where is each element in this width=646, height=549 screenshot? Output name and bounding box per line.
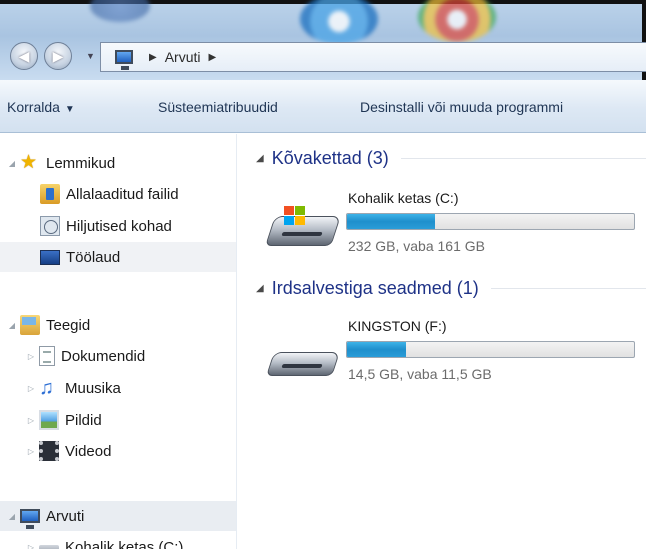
system-properties-label: Süsteemiatribuudid: [158, 99, 278, 115]
breadcrumb-computer[interactable]: Arvuti: [165, 49, 201, 65]
sidebar-item-label: Kohalik ketas (C:): [65, 538, 184, 549]
drive-usage-bar: [346, 213, 635, 230]
back-button[interactable]: ◀: [10, 42, 38, 70]
organize-button[interactable]: Korralda ▼: [7, 99, 75, 115]
group-title: Kõvakettad (3): [271, 148, 389, 168]
documents-icon: [39, 346, 55, 366]
group-divider: [490, 288, 646, 289]
drive-name: Kohalik ketas (C:): [348, 190, 459, 206]
taskbar-glow: [90, 0, 150, 22]
group-divider: [400, 158, 646, 159]
system-properties-button[interactable]: Süsteemiatribuudid: [158, 99, 278, 115]
forward-arrow-icon: ▶: [52, 47, 64, 64]
uninstall-program-button[interactable]: Desinstalli või muuda programmi: [360, 99, 563, 115]
sidebar-item-favorites[interactable]: ◢ ★ Lemmikud: [6, 148, 115, 178]
windows-drive-icon: [265, 204, 341, 252]
computer-icon: [115, 50, 133, 70]
sidebar-item-local-disk[interactable]: ▷ Kohalik ketas (C:): [25, 532, 183, 549]
sidebar-item-pictures[interactable]: ▷ Pildid: [25, 405, 102, 435]
address-bar[interactable]: ▶ Arvuti ▶: [100, 42, 646, 72]
sidebar-item-label: Allalaaditud failid: [66, 185, 179, 203]
drive-usage-fill: [347, 214, 435, 229]
libraries-icon: [20, 315, 40, 335]
sidebar-item-label: Pildid: [65, 411, 102, 429]
collapse-arrow-icon[interactable]: ▷: [25, 352, 37, 361]
window-titlebar: ◀ ▶ ▼ ▶ Arvuti ▶: [0, 0, 646, 80]
group-title: Irdsalvestiga seadmed (1): [271, 278, 479, 298]
expand-arrow-icon[interactable]: ◢: [6, 321, 18, 330]
drive-free-space: 232 GB, vaba 161 GB: [348, 238, 485, 254]
computer-icon: [20, 509, 40, 529]
drive-usage-fill: [347, 342, 407, 357]
expand-arrow-icon[interactable]: ◢: [6, 159, 18, 168]
collapse-arrow-icon[interactable]: ▷: [25, 543, 37, 549]
pictures-icon: [39, 410, 59, 430]
back-arrow-icon: ◀: [18, 47, 30, 64]
organize-label: Korralda: [7, 99, 60, 115]
videos-icon: [39, 441, 59, 461]
sidebar-item-downloads[interactable]: Allalaaditud failid: [40, 179, 179, 209]
background-ie-icon: [300, 0, 378, 44]
drive-usage-bar: [346, 341, 635, 358]
sidebar-item-desktop[interactable]: Töölaud: [0, 242, 236, 272]
local-disk-icon: [39, 545, 59, 549]
sidebar-item-videos[interactable]: ▷ Videod: [25, 436, 111, 466]
sidebar-item-documents[interactable]: ▷ Dokumendid: [25, 341, 145, 371]
collapse-group-icon[interactable]: ◢: [256, 153, 264, 164]
command-bar: Korralda ▼ Süsteemiatribuudid Desinstalli…: [0, 80, 646, 133]
forward-button[interactable]: ▶: [44, 42, 72, 70]
collapse-arrow-icon[interactable]: ▷: [25, 384, 37, 393]
sidebar-item-label: Dokumendid: [61, 347, 146, 365]
sidebar-item-libraries[interactable]: ◢ Teegid: [6, 310, 90, 340]
drive-free-space: 14,5 GB, vaba 11,5 GB: [348, 366, 492, 382]
sidebar-item-label: Videod: [65, 442, 112, 460]
sidebar-item-label: Hiljutised kohad: [66, 217, 172, 235]
chevron-down-icon: ▼: [64, 104, 75, 115]
recent-places-icon: [40, 216, 60, 236]
group-header-removable[interactable]: ◢ Irdsalvestiga seadmed (1): [256, 278, 646, 299]
recent-pages-dropdown[interactable]: ▼: [86, 51, 95, 61]
navigation-pane: ◢ ★ Lemmikud Allalaaditud failid Hiljuti…: [0, 134, 237, 549]
sidebar-item-computer[interactable]: ◢ Arvuti: [0, 501, 236, 531]
group-header-hard-drives[interactable]: ◢ Kõvakettad (3): [256, 148, 646, 169]
expand-arrow-icon[interactable]: ◢: [6, 512, 18, 521]
sidebar-item-recent-places[interactable]: Hiljutised kohad: [40, 211, 172, 241]
sidebar-item-label: Töölaud: [66, 248, 121, 266]
star-icon: ★: [20, 152, 38, 173]
sidebar-item-label: Arvuti: [46, 507, 85, 525]
drive-name: KINGSTON (F:): [348, 318, 447, 334]
collapse-arrow-icon[interactable]: ▷: [25, 416, 37, 425]
removable-drive-icon: [266, 334, 340, 382]
uninstall-program-label: Desinstalli või muuda programmi: [360, 99, 564, 115]
sidebar-item-label: Muusika: [65, 379, 121, 397]
content-pane: ◢ Kõvakettad (3) Kohalik ketas (C:) 232 …: [238, 134, 646, 549]
background-chrome-icon: [418, 0, 496, 42]
breadcrumb-chevron-icon[interactable]: ▶: [209, 52, 217, 63]
collapse-group-icon[interactable]: ◢: [256, 283, 264, 294]
music-icon: ♫: [39, 377, 54, 399]
downloads-folder-icon: [40, 184, 60, 204]
sidebar-item-label: Teegid: [46, 316, 91, 334]
sidebar-item-label: Lemmikud: [46, 154, 116, 172]
sidebar-item-music[interactable]: ▷ ♫ Muusika: [25, 373, 121, 403]
breadcrumb-chevron-icon[interactable]: ▶: [149, 52, 157, 63]
desktop-icon: [40, 249, 60, 265]
collapse-arrow-icon[interactable]: ▷: [25, 447, 37, 456]
